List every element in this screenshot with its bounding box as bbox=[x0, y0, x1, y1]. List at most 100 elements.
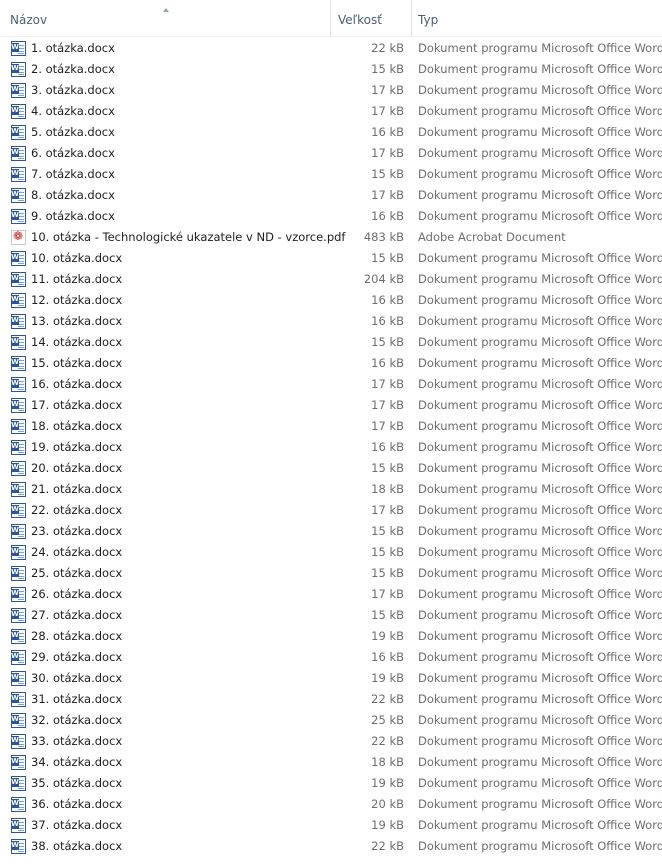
file-explorer: Názov Veľkosť Typ 1. otázka.docx 22 kB Dok… bbox=[0, 0, 662, 865]
file-row[interactable]: 32. otázka.docx 25 kB Dokument programu Mi… bbox=[0, 710, 662, 731]
file-row[interactable]: 21. otázka.docx 18 kB Dokument programu Mi… bbox=[0, 479, 662, 500]
file-type: Dokument programu Microsoft Office Word bbox=[418, 188, 662, 202]
file-type: Dokument programu Microsoft Office Word bbox=[418, 755, 662, 769]
file-name: 19. otázka.docx bbox=[31, 440, 123, 454]
file-row[interactable]: 9. otázka.docx 16 kB Dokument programu Mic… bbox=[0, 206, 662, 227]
file-type: Dokument programu Microsoft Office Word bbox=[418, 251, 662, 265]
file-type: Dokument programu Microsoft Office Word bbox=[418, 776, 662, 790]
file-name: 3. otázka.docx bbox=[31, 83, 115, 97]
word-doc-icon bbox=[11, 797, 26, 812]
word-doc-icon bbox=[11, 146, 26, 161]
file-row[interactable]: 6. otázka.docx 17 kB Dokument programu Mic… bbox=[0, 143, 662, 164]
file-row[interactable]: 8. otázka.docx 17 kB Dokument programu Mic… bbox=[0, 185, 662, 206]
file-size: 19 kB bbox=[371, 818, 404, 832]
file-row[interactable]: 1. otázka.docx 22 kB Dokument programu Mic… bbox=[0, 38, 662, 59]
file-name: 8. otázka.docx bbox=[31, 188, 115, 202]
file-type: Dokument programu Microsoft Office Word bbox=[418, 545, 662, 559]
file-row[interactable]: 10. otázka - Technologické ukazatele v N… bbox=[0, 227, 662, 248]
file-row[interactable]: 38. otázka.docx 22 kB Dokument programu Mi… bbox=[0, 836, 662, 857]
file-row[interactable]: 12. otázka.docx 16 kB Dokument programu Mi… bbox=[0, 290, 662, 311]
column-header-name[interactable]: Názov bbox=[0, 0, 331, 36]
word-doc-icon bbox=[11, 83, 26, 98]
file-row[interactable]: 22. otázka.docx 17 kB Dokument programu Mi… bbox=[0, 500, 662, 521]
file-row[interactable]: 24. otázka.docx 15 kB Dokument programu Mi… bbox=[0, 542, 662, 563]
file-name: 13. otázka.docx bbox=[31, 314, 123, 328]
file-row[interactable]: 31. otázka.docx 22 kB Dokument programu Mi… bbox=[0, 689, 662, 710]
file-size: 15 kB bbox=[371, 545, 404, 559]
file-type: Dokument programu Microsoft Office Word bbox=[418, 272, 662, 286]
file-row[interactable]: 28. otázka.docx 19 kB Dokument programu Mi… bbox=[0, 626, 662, 647]
file-type: Dokument programu Microsoft Office Word bbox=[418, 713, 662, 727]
file-row[interactable]: 29. otázka.docx 16 kB Dokument programu Mi… bbox=[0, 647, 662, 668]
file-name: 25. otázka.docx bbox=[31, 566, 123, 580]
file-type: Dokument programu Microsoft Office Word bbox=[418, 797, 662, 811]
file-row[interactable]: 2. otázka.docx 15 kB Dokument programu Mic… bbox=[0, 59, 662, 80]
file-name: 33. otázka.docx bbox=[31, 734, 123, 748]
file-row[interactable]: 7. otázka.docx 15 kB Dokument programu Mic… bbox=[0, 164, 662, 185]
column-header-size[interactable]: Veľkosť bbox=[331, 0, 412, 36]
file-size: 22 kB bbox=[371, 734, 404, 748]
file-row[interactable]: 17. otázka.docx 17 kB Dokument programu Mi… bbox=[0, 395, 662, 416]
file-row[interactable]: 36. otázka.docx 20 kB Dokument programu Mi… bbox=[0, 794, 662, 815]
file-size: 16 kB bbox=[371, 440, 404, 454]
word-doc-icon bbox=[11, 251, 26, 266]
file-row[interactable]: 19. otázka.docx 16 kB Dokument programu Mi… bbox=[0, 437, 662, 458]
file-type: Dokument programu Microsoft Office Word bbox=[418, 566, 662, 580]
file-type: Dokument programu Microsoft Office Word bbox=[418, 62, 662, 76]
file-row[interactable]: 34. otázka.docx 18 kB Dokument programu Mi… bbox=[0, 752, 662, 773]
file-row[interactable]: 16. otázka.docx 17 kB Dokument programu Mi… bbox=[0, 374, 662, 395]
file-size: 15 kB bbox=[371, 461, 404, 475]
file-type: Dokument programu Microsoft Office Word bbox=[418, 587, 662, 601]
column-header-type[interactable]: Typ bbox=[412, 0, 662, 36]
file-type: Dokument programu Microsoft Office Word bbox=[418, 524, 662, 538]
file-name: 7. otázka.docx bbox=[31, 167, 115, 181]
file-name: 2. otázka.docx bbox=[31, 62, 115, 76]
file-name: 17. otázka.docx bbox=[31, 398, 123, 412]
file-type: Dokument programu Microsoft Office Word bbox=[418, 482, 662, 496]
file-row[interactable]: 5. otázka.docx 16 kB Dokument programu Mic… bbox=[0, 122, 662, 143]
file-row[interactable]: 27. otázka.docx 15 kB Dokument programu Mi… bbox=[0, 605, 662, 626]
file-row[interactable]: 4. otázka.docx 17 kB Dokument programu Mic… bbox=[0, 101, 662, 122]
file-size: 15 kB bbox=[371, 251, 404, 265]
file-type: Dokument programu Microsoft Office Word bbox=[418, 503, 662, 517]
file-type: Dokument programu Microsoft Office Word bbox=[418, 629, 662, 643]
file-row[interactable]: 18. otázka.docx 17 kB Dokument programu Mi… bbox=[0, 416, 662, 437]
file-size: 19 kB bbox=[371, 776, 404, 790]
file-row[interactable]: 30. otázka.docx 19 kB Dokument programu Mi… bbox=[0, 668, 662, 689]
file-type: Dokument programu Microsoft Office Word bbox=[418, 650, 662, 664]
file-row[interactable]: 14. otázka.docx 15 kB Dokument programu Mi… bbox=[0, 332, 662, 353]
word-doc-icon bbox=[11, 587, 26, 602]
file-row[interactable]: 23. otázka.docx 15 kB Dokument programu Mi… bbox=[0, 521, 662, 542]
column-header-size-label: Veľkosť bbox=[338, 13, 382, 27]
file-name: 20. otázka.docx bbox=[31, 461, 123, 475]
file-row[interactable]: 35. otázka.docx 19 kB Dokument programu Mi… bbox=[0, 773, 662, 794]
word-doc-icon bbox=[11, 62, 26, 77]
file-name: 35. otázka.docx bbox=[31, 776, 123, 790]
file-name: 34. otázka.docx bbox=[31, 755, 123, 769]
file-type: Dokument programu Microsoft Office Word bbox=[418, 608, 662, 622]
file-name: 32. otázka.docx bbox=[31, 713, 123, 727]
file-row[interactable]: 20. otázka.docx 15 kB Dokument programu Mi… bbox=[0, 458, 662, 479]
file-size: 18 kB bbox=[371, 482, 404, 496]
file-row[interactable]: 10. otázka.docx 15 kB Dokument programu Mi… bbox=[0, 248, 662, 269]
file-list: 1. otázka.docx 22 kB Dokument programu Mic… bbox=[0, 38, 662, 857]
file-row[interactable]: 25. otázka.docx 15 kB Dokument programu Mi… bbox=[0, 563, 662, 584]
word-doc-icon bbox=[11, 608, 26, 623]
file-row[interactable]: 37. otázka.docx 19 kB Dokument programu Mi… bbox=[0, 815, 662, 836]
file-row[interactable]: 11. otázka.docx 204 kB Dokument programu M… bbox=[0, 269, 662, 290]
file-row[interactable]: 33. otázka.docx 22 kB Dokument programu Mi… bbox=[0, 731, 662, 752]
file-type: Dokument programu Microsoft Office Word bbox=[418, 461, 662, 475]
file-row[interactable]: 3. otázka.docx 17 kB Dokument programu Mic… bbox=[0, 80, 662, 101]
word-doc-icon bbox=[11, 356, 26, 371]
file-type: Dokument programu Microsoft Office Word bbox=[418, 734, 662, 748]
file-row[interactable]: 26. otázka.docx 17 kB Dokument programu Mi… bbox=[0, 584, 662, 605]
file-size: 15 kB bbox=[371, 608, 404, 622]
file-row[interactable]: 13. otázka.docx 16 kB Dokument programu Mi… bbox=[0, 311, 662, 332]
file-name: 27. otázka.docx bbox=[31, 608, 123, 622]
file-row[interactable]: 15. otázka.docx 16 kB Dokument programu Mi… bbox=[0, 353, 662, 374]
file-size: 18 kB bbox=[371, 755, 404, 769]
file-size: 20 kB bbox=[371, 797, 404, 811]
file-type: Dokument programu Microsoft Office Word bbox=[418, 167, 662, 181]
file-size: 15 kB bbox=[371, 62, 404, 76]
file-size: 15 kB bbox=[371, 335, 404, 349]
